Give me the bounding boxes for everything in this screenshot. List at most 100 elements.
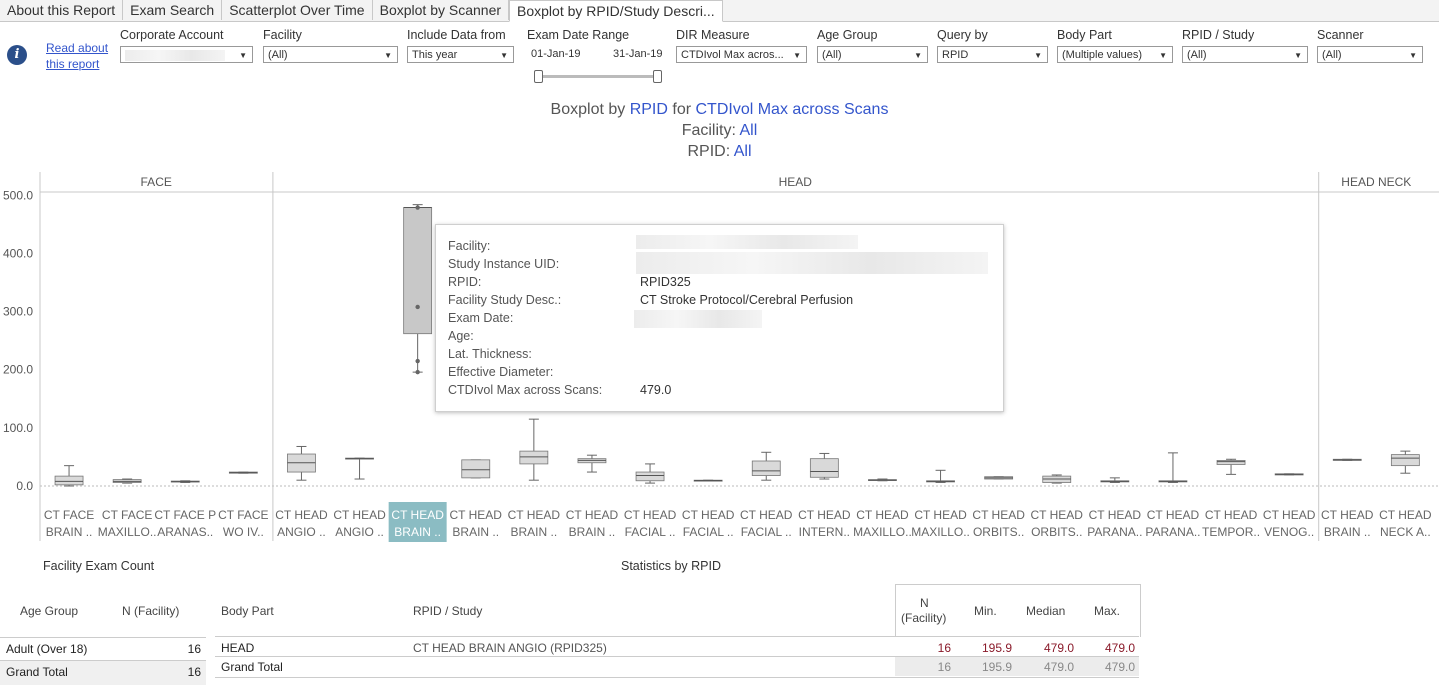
rpid-label: RPID:: [687, 143, 734, 160]
chart-subtitle-rpid: RPID: All: [0, 143, 1439, 161]
filter-dir-measure: DIR Measure CTDIvol Max acros... ▼: [676, 28, 807, 63]
rpid-study-cell: CT HEAD BRAIN ANGIO (RPID325): [413, 641, 607, 655]
corporate-account-select[interactable]: ▼: [120, 46, 253, 63]
filter-label: Query by: [937, 28, 988, 42]
x-tick-label: CT HEAD: [798, 508, 851, 522]
x-tick-label: WO IV..: [223, 525, 264, 539]
filter-label: Age Group: [817, 28, 878, 42]
stat-min: 195.9: [981, 641, 1012, 655]
chevron-down-icon: ▼: [793, 51, 801, 60]
x-tick-label: CT HEAD: [972, 508, 1025, 522]
stat-median: 479.0: [1043, 641, 1074, 655]
chevron-down-icon: ▼: [239, 51, 247, 60]
panel-header-label: HEAD NECK: [1341, 175, 1411, 189]
info-icon[interactable]: i: [7, 45, 27, 65]
col-header-median: Median: [1026, 604, 1066, 618]
slider-handle-start[interactable]: [534, 70, 543, 83]
x-tick-label: CT HEAD: [450, 508, 503, 522]
filter-label: Facility: [263, 28, 302, 42]
col-header-max: Max.: [1094, 604, 1121, 618]
tab-about[interactable]: About this Report: [0, 0, 124, 20]
x-tick-label: CT HEAD: [1031, 508, 1084, 522]
filter-label: Include Data from: [407, 28, 506, 42]
tooltip-label: CTDIvol Max across Scans:: [448, 383, 603, 397]
x-tick-label: CT HEAD: [682, 508, 735, 522]
tooltip-label: Lat. Thickness:: [448, 347, 532, 361]
x-tick-label: CT HEAD: [391, 508, 444, 522]
age-group-select[interactable]: (All) ▼: [817, 46, 928, 63]
data-point: [415, 369, 420, 375]
stats-grand-total-label: Grand Total: [221, 660, 283, 674]
x-tick-label: MAXILLO..: [98, 525, 157, 539]
tab-boxplot-rpid[interactable]: Boxplot by RPID/Study Descri...: [509, 0, 723, 22]
box: [751, 460, 781, 476]
stats-title: Statistics by RPID: [621, 559, 722, 573]
scanner-value: (All): [1322, 49, 1342, 61]
scanner-select[interactable]: (All) ▼: [1317, 46, 1423, 63]
x-tick-label: CT HEAD: [740, 508, 793, 522]
x-tick-label: INTERN..: [799, 525, 850, 539]
chart-title: Boxplot by RPID for CTDIvol Max across S…: [0, 101, 1439, 119]
box: [461, 459, 491, 479]
facility-select[interactable]: (All) ▼: [263, 46, 398, 63]
rpid-study-select[interactable]: (All) ▼: [1182, 46, 1308, 63]
read-link-line1: Read about: [46, 41, 109, 55]
include-data-select[interactable]: This year ▼: [407, 46, 514, 63]
data-point: [415, 358, 420, 364]
y-tick-label: 0.0: [16, 479, 33, 493]
chevron-down-icon: ▼: [384, 51, 392, 60]
x-tick-label: CT FACE: [218, 508, 268, 522]
age-group-cell: Adult (Over 18): [6, 642, 88, 656]
query-by-select[interactable]: RPID ▼: [937, 46, 1048, 63]
x-tick-label: CT FACE: [44, 508, 94, 522]
facility-label: Facility:: [681, 122, 740, 139]
tooltip-label: Study Instance UID:: [448, 257, 560, 271]
x-tick-label: CT FACE P: [154, 508, 216, 522]
chevron-down-icon: ▼: [500, 51, 508, 60]
x-tick-label: BRAIN ..: [1324, 525, 1371, 539]
x-tick-label: CT HEAD: [914, 508, 967, 522]
box: [519, 450, 549, 465]
col-header-min: Min.: [974, 604, 997, 618]
tooltip-label: Exam Date:: [448, 311, 514, 325]
y-tick-label: 100.0: [3, 421, 33, 435]
range-start: 01-Jan-19: [531, 48, 581, 60]
x-tick-label: MAXILLO..: [853, 525, 912, 539]
tab-exam-search[interactable]: Exam Search: [123, 0, 223, 20]
x-tick-label: VENOG..: [1264, 525, 1314, 539]
x-tick-label: FACIAL ..: [625, 525, 676, 539]
box: [809, 458, 839, 478]
body-part-select[interactable]: (Multiple values) ▼: [1057, 46, 1173, 63]
x-tick-label: BRAIN ..: [394, 525, 441, 539]
tooltip-label: Effective Diameter:: [448, 365, 554, 379]
filter-label: Exam Date Range: [527, 28, 630, 42]
dir-measure-select[interactable]: CTDIvol Max acros... ▼: [676, 46, 807, 63]
data-point: [415, 304, 420, 310]
filter-label: DIR Measure: [676, 28, 750, 42]
read-about-link[interactable]: Read about this report: [46, 40, 108, 72]
tab-scatterplot[interactable]: Scatterplot Over Time: [222, 0, 373, 20]
facility-value: (All): [268, 49, 288, 61]
chevron-down-icon: ▼: [1034, 51, 1042, 60]
body-part-cell: HEAD: [221, 641, 255, 655]
rpid-study-value: (All): [1187, 49, 1207, 61]
n-facility-cell: 16: [187, 642, 201, 656]
title-query: RPID: [629, 101, 668, 118]
x-tick-label: CT HEAD: [275, 508, 328, 522]
x-tick-label: BRAIN ..: [511, 525, 558, 539]
range-end: 31-Jan-19: [613, 48, 663, 60]
x-tick-label: CT HEAD: [566, 508, 619, 522]
divider: [0, 637, 206, 638]
rpid-value: All: [733, 143, 752, 160]
redacted-value: [125, 50, 225, 61]
x-tick-label: ORBITS..: [973, 525, 1024, 539]
slider-handle-end[interactable]: [653, 70, 662, 83]
x-tick-label: ARANAS..: [157, 525, 213, 539]
x-tick-label: FACIAL ..: [683, 525, 734, 539]
x-tick-label: CT HEAD: [624, 508, 677, 522]
x-tick-label: BRAIN ..: [46, 525, 93, 539]
tab-boxplot-scanner[interactable]: Boxplot by Scanner: [373, 0, 510, 20]
y-tick-label: 300.0: [3, 305, 33, 319]
body-part-value: (Multiple values): [1062, 49, 1143, 61]
date-range-slider[interactable]: [534, 70, 662, 83]
